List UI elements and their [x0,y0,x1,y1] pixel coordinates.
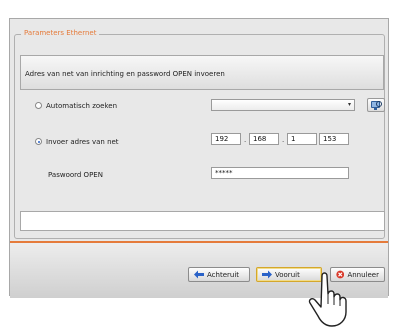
password-label: Paswoord OPEN [48,171,103,179]
back-button-label: Achteruit [207,270,240,279]
search-computer-icon [371,101,382,110]
instruction-banner: Adres van net van inrichting en password… [20,55,384,90]
ip-separator-1: . [244,136,247,144]
back-button[interactable]: Achteruit [188,267,250,282]
arrow-left-icon [194,270,204,279]
ethernet-parameters-window: Parameters Ethernet Adres van net van in… [9,18,389,298]
auto-search-label[interactable]: Automatisch zoeken [46,102,117,110]
arrow-right-icon [262,270,272,279]
password-input[interactable]: ***** [211,167,349,179]
auto-search-radio[interactable] [35,102,42,109]
network-address-select[interactable]: ▾ [211,99,355,111]
ip-octet-3-input[interactable]: 1 [287,133,317,145]
manual-address-radio[interactable] [35,138,42,145]
search-network-button[interactable] [367,98,385,112]
ip-octet-4-input[interactable]: 153 [319,133,349,145]
instruction-text: Adres van net van inrichting en password… [25,70,225,78]
ip-separator-2: . [282,136,285,144]
status-bar [20,211,385,231]
group-title: Parameters Ethernet [21,29,100,37]
hand-pointer-icon [308,272,347,327]
ip-octet-1-input[interactable]: 192 [211,133,241,145]
manual-address-label[interactable]: Invoer adres van net [46,138,119,146]
next-button-label: Vooruit [275,270,300,279]
ip-octet-2-input[interactable]: 168 [249,133,279,145]
chevron-down-icon: ▾ [347,101,351,108]
